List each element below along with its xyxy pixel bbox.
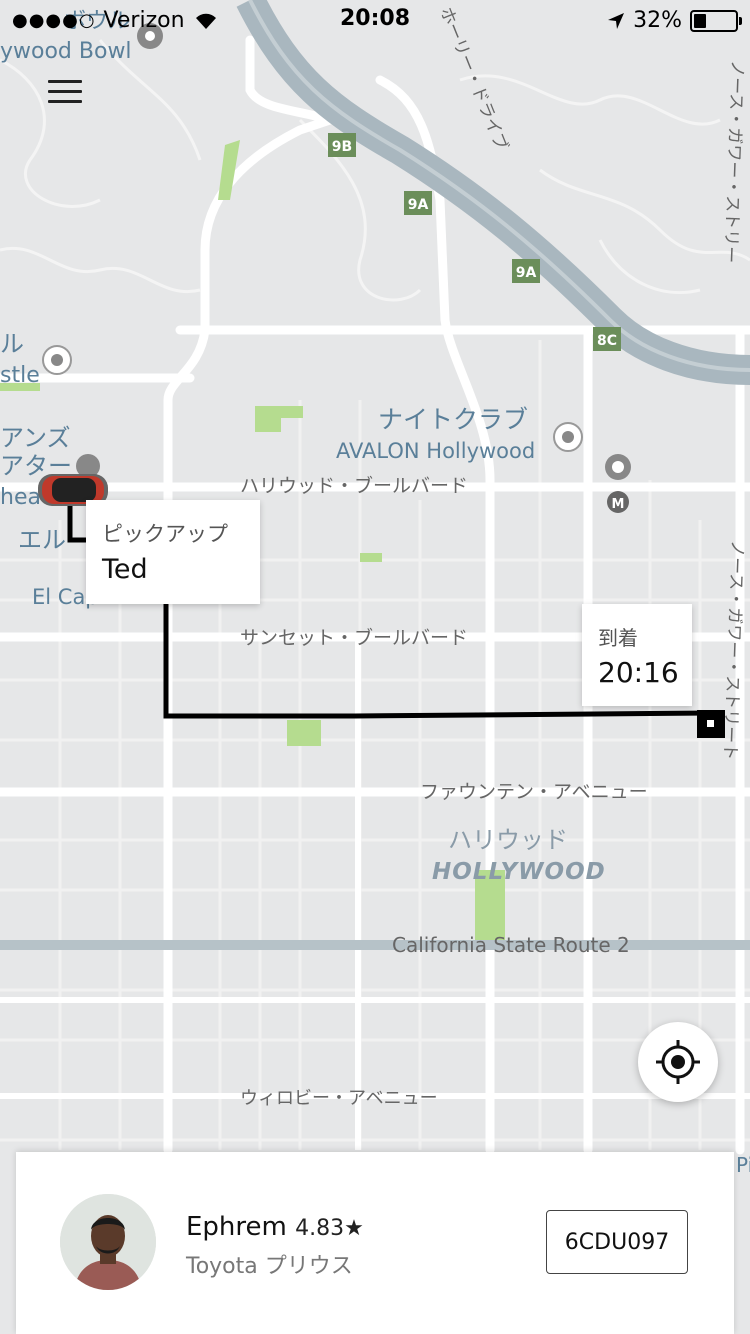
locate-me-button[interactable] (638, 1022, 718, 1102)
pickup-bubble[interactable]: ピックアップ Ted (86, 500, 260, 604)
exit-9a: 9A (408, 197, 429, 213)
exit-9a-2: 9A (516, 265, 537, 281)
poi-icon[interactable] (42, 345, 72, 375)
arrival-bubble[interactable]: 到着 20:16 (582, 604, 692, 706)
street-label: サンセット・ブールバード (240, 626, 468, 649)
driver-rating: 4.83★ (295, 1216, 364, 1241)
exit-8c: 8C (597, 333, 617, 349)
map-label: ル (0, 330, 24, 358)
pickup-label: ピックアップ (102, 522, 228, 546)
nightclub-icon[interactable] (553, 422, 583, 452)
status-bar: ●●●●○ Verizon 20:08 32% (0, 0, 750, 40)
metro-icon[interactable]: M (607, 491, 629, 513)
driver-name: Ephrem (186, 1212, 287, 1242)
battery-percent: 32% (633, 8, 682, 33)
driver-photo (60, 1194, 156, 1290)
pickup-name: Ted (102, 554, 148, 585)
arrival-time: 20:16 (598, 656, 679, 689)
map-label: Pi (736, 1153, 750, 1177)
street-label: ファウンテン・アベニュー (420, 781, 648, 803)
svg-text:M: M (612, 497, 625, 512)
destination-marker-icon (697, 710, 725, 738)
map-label: エル (18, 526, 66, 554)
battery-icon (690, 9, 742, 32)
menu-button[interactable] (48, 80, 84, 108)
district-label: ハリウッド (448, 826, 568, 854)
driver-card[interactable]: Ephrem 4.83★ Toyota プリウス 6CDU097 (16, 1152, 734, 1334)
driver-name-row: Ephrem 4.83★ (186, 1212, 364, 1242)
street-label: California State Route 2 (392, 933, 630, 957)
exit-9b: 9B (332, 139, 352, 155)
map-label: アンズ (0, 424, 71, 452)
avalon-label: AVALON Hollywood (336, 439, 535, 463)
street-label: ウィロビー・アベニュー (240, 1088, 438, 1109)
crosshair-icon (656, 1040, 700, 1084)
location-arrow-icon (608, 12, 625, 29)
vehicle-model: Toyota プリウス (186, 1254, 353, 1279)
district-label: HOLLYWOOD (432, 859, 606, 885)
street-label: ハリウッド・ブールバード (240, 474, 468, 497)
nightclub-label: ナイトクラブ (378, 405, 528, 434)
driver-avatar[interactable] (60, 1194, 156, 1290)
map-label: stle (0, 363, 40, 388)
map-label: ywood Bowl (0, 39, 132, 64)
license-plate: 6CDU097 (546, 1210, 688, 1274)
theater-icon[interactable] (605, 454, 631, 480)
arrival-label: 到着 (598, 626, 638, 650)
